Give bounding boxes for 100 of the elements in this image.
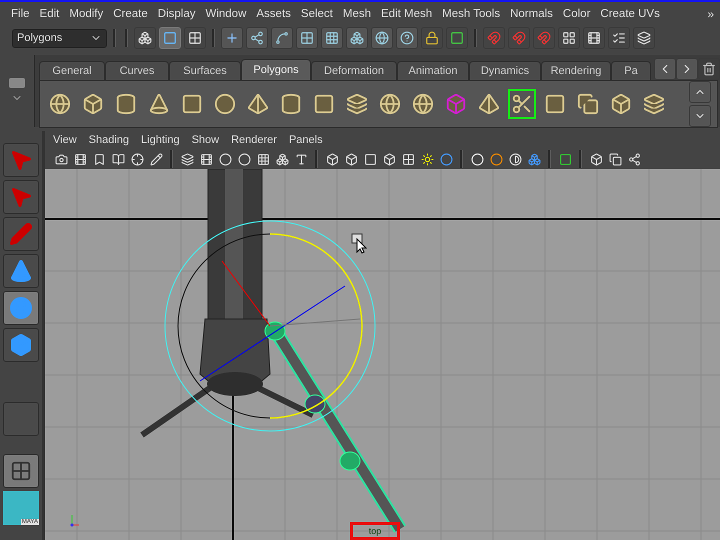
menu-item[interactable]: Select	[296, 8, 338, 20]
square-button[interactable]	[362, 151, 378, 167]
circle-button[interactable]	[469, 151, 485, 167]
film-button[interactable]	[198, 151, 214, 167]
shelf-tab[interactable]: Deformation	[311, 61, 397, 80]
menu-item[interactable]: Assets	[251, 8, 296, 20]
mode-dropdown[interactable]: Polygons	[12, 28, 107, 48]
shelf-down-button[interactable]	[689, 105, 711, 127]
circle-button[interactable]	[438, 151, 454, 167]
film-button[interactable]	[72, 151, 88, 167]
menu-item[interactable]: Mesh Tools	[437, 8, 506, 20]
grid-icon	[562, 31, 576, 45]
lock-button[interactable]	[421, 27, 443, 49]
square-button[interactable]	[557, 151, 573, 167]
shelf-tab[interactable]: General	[39, 61, 105, 80]
shelf-handle[interactable]	[9, 78, 25, 88]
pencil-button[interactable]	[148, 151, 164, 167]
sphere-button[interactable]	[371, 27, 393, 49]
circle-button[interactable]	[217, 151, 233, 167]
menu-item[interactable]: Modify	[64, 8, 108, 20]
grid-button[interactable]	[321, 27, 343, 49]
scroll-right-button[interactable]	[676, 58, 698, 80]
vertex-button[interactable]	[246, 27, 268, 49]
layers-icon	[346, 93, 368, 115]
magnet-button[interactable]	[508, 27, 530, 49]
help-button[interactable]	[396, 27, 418, 49]
sphere-icon	[412, 93, 434, 115]
layers-button[interactable]	[179, 151, 195, 167]
copy-button[interactable]	[607, 151, 623, 167]
scissors-button[interactable]	[508, 89, 536, 119]
share-button[interactable]	[626, 151, 642, 167]
panel-menu-item[interactable]: Renderer	[225, 134, 283, 146]
viewport[interactable]: top	[45, 169, 720, 540]
selection-mode-button[interactable]	[184, 27, 206, 49]
magnet-button[interactable]	[483, 27, 505, 49]
menu-item[interactable]: Normals	[505, 8, 558, 20]
cube-button[interactable]	[343, 151, 359, 167]
menu-item[interactable]: Display	[152, 8, 200, 20]
film-icon	[74, 152, 86, 166]
shelf-tab[interactable]: Pa	[611, 61, 651, 80]
scroll-left-button[interactable]	[654, 58, 676, 80]
sphere-icon	[49, 93, 71, 115]
menu-item[interactable]: Create UVs	[595, 8, 665, 20]
vertex-icon	[250, 31, 264, 45]
circle-button[interactable]	[236, 151, 252, 167]
pyramid-icon	[478, 93, 500, 115]
menu-item[interactable]: File	[6, 8, 35, 20]
menu-overflow[interactable]: »	[707, 6, 714, 20]
layers-icon	[637, 31, 651, 45]
sun-button[interactable]	[419, 151, 435, 167]
layout-button[interactable]	[3, 454, 39, 488]
shelf-up-button[interactable]	[689, 81, 711, 103]
help-icon	[400, 31, 414, 45]
shelf-tab[interactable]: Curves	[105, 61, 169, 80]
cube-button[interactable]	[588, 151, 604, 167]
shelf-tab[interactable]: Dynamics	[469, 61, 541, 80]
list-button[interactable]	[608, 27, 630, 49]
menu-item[interactable]: Edit	[34, 8, 64, 20]
sphere-tool-button[interactable]	[3, 291, 39, 325]
panel-menu-item[interactable]: View	[47, 134, 83, 146]
menu-item[interactable]: Window	[200, 8, 252, 20]
panel-menu-item[interactable]: Panels	[282, 134, 329, 146]
plus-button[interactable]	[221, 27, 243, 49]
layers-button[interactable]	[633, 27, 655, 49]
cone-tool-button[interactable]	[3, 254, 39, 288]
shelf-tab[interactable]: Surfaces	[169, 61, 241, 80]
layers-icon	[643, 93, 665, 115]
contrast-button[interactable]	[507, 151, 523, 167]
grid-button[interactable]	[255, 151, 271, 167]
panel-menu-item[interactable]: Lighting	[135, 134, 186, 146]
book-icon	[112, 152, 124, 166]
menu-item[interactable]: Mesh	[338, 8, 376, 20]
panel-menu-item[interactable]: Show	[186, 134, 226, 146]
sphere-icon	[375, 31, 389, 45]
film-icon	[587, 31, 601, 45]
selection-mode-button[interactable]	[134, 27, 156, 49]
menu-item[interactable]: Edit Mesh	[376, 8, 438, 20]
copy-icon	[608, 152, 622, 166]
square-icon	[450, 31, 464, 45]
menu-item[interactable]: Create	[108, 8, 153, 20]
square-icon	[544, 93, 566, 115]
component-icon	[188, 31, 202, 45]
film-button[interactable]	[583, 27, 605, 49]
curve-button[interactable]	[271, 27, 293, 49]
shelf-tab[interactable]: Polygons	[241, 59, 311, 80]
select-box-button[interactable]	[446, 27, 468, 49]
menu-item[interactable]: Color	[558, 8, 596, 20]
cube-button[interactable]	[381, 151, 397, 167]
arrow-icon	[9, 148, 33, 172]
boxes-button[interactable]	[526, 151, 542, 167]
circle-button[interactable]	[488, 151, 504, 167]
cube-button[interactable]	[324, 151, 340, 167]
grid-button[interactable]	[558, 27, 580, 49]
book-button[interactable]	[110, 151, 126, 167]
shelf-tab[interactable]: Rendering	[541, 61, 611, 80]
circle-icon	[490, 152, 502, 166]
panel-menu-item[interactable]: Shading	[82, 134, 136, 146]
boxes-button[interactable]	[274, 151, 290, 167]
shelf-tab[interactable]: Animation	[397, 61, 469, 80]
crosshair-button[interactable]	[129, 151, 145, 167]
